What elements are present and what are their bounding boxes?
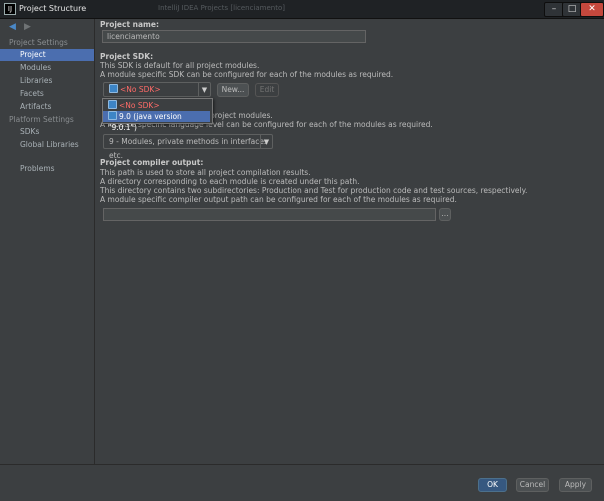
- forward-arrow-icon[interactable]: ▶: [24, 22, 31, 32]
- browse-button[interactable]: ...: [439, 208, 451, 221]
- ok-button[interactable]: OK: [478, 478, 507, 492]
- sdk-icon: [108, 100, 117, 109]
- sidebar-item-artifacts[interactable]: Artifacts: [0, 101, 94, 113]
- chevron-down-icon: ▼: [260, 135, 272, 148]
- language-level-value: 9 - Modules, private methods in interfac…: [109, 137, 268, 160]
- maximize-button[interactable]: □: [562, 2, 582, 17]
- dropdown-item-no-sdk[interactable]: <No SDK>: [103, 100, 210, 111]
- folder-icon: [108, 111, 117, 120]
- compiler-description-3: This directory contains two subdirectori…: [100, 186, 528, 195]
- sidebar-item-problems[interactable]: Problems: [0, 163, 94, 175]
- compiler-description-1: This path is used to store all project c…: [100, 168, 311, 177]
- sidebar-item-global-libraries[interactable]: Global Libraries: [0, 139, 94, 151]
- sdk-icon: [109, 84, 118, 93]
- main-panel: Project name: licenciamento Project SDK:…: [95, 19, 604, 464]
- minimize-button[interactable]: –: [544, 2, 564, 17]
- platform-settings-header: Platform Settings: [9, 115, 74, 124]
- sdk-description-1: This SDK is default for all project modu…: [100, 61, 260, 70]
- compiler-output-label: Project compiler output:: [100, 158, 204, 167]
- sidebar-item-libraries[interactable]: Libraries: [0, 75, 94, 87]
- chevron-down-icon: ▼: [198, 83, 210, 96]
- dropdown-item-java-9[interactable]: 9.0 (java version "9.0.1"): [103, 111, 210, 132]
- dialog-footer: OK Cancel Apply: [0, 464, 604, 501]
- background-window-title: IntelliJ IDEA Projects [licenciamento]: [158, 4, 286, 12]
- sidebar: ◀ ▶ Project Settings Project Modules Lib…: [0, 19, 95, 464]
- compiler-output-input[interactable]: [103, 208, 436, 221]
- dropdown-item-label: <No SDK>: [119, 101, 160, 110]
- sidebar-item-project[interactable]: Project: [0, 49, 94, 61]
- sidebar-item-facets[interactable]: Facets: [0, 88, 94, 100]
- language-level-combo[interactable]: 9 - Modules, private methods in interfac…: [103, 134, 273, 160]
- app-icon: IJ: [4, 3, 16, 15]
- compiler-description-4: A module specific compiler output path c…: [100, 195, 457, 204]
- close-icon: ✕: [588, 4, 596, 14]
- sdk-combo[interactable]: <No SDK> ▼: [103, 82, 211, 97]
- sidebar-item-modules[interactable]: Modules: [0, 62, 94, 74]
- window-title: Project Structure: [19, 4, 87, 13]
- project-name-label: Project name:: [100, 20, 159, 29]
- minimize-icon: –: [551, 4, 557, 14]
- apply-button[interactable]: Apply: [559, 478, 592, 492]
- project-name-input[interactable]: licenciamento: [102, 30, 366, 43]
- edit-sdk-button[interactable]: Edit: [255, 83, 279, 97]
- language-level-description-1: project modules.: [210, 111, 273, 120]
- cancel-button[interactable]: Cancel: [516, 478, 549, 492]
- maximize-icon: □: [567, 4, 577, 14]
- sdk-combo-value: <No SDK>: [120, 85, 161, 94]
- close-button[interactable]: ✕: [580, 2, 604, 17]
- sdk-description-2: A module specific SDK can be configured …: [100, 70, 394, 79]
- project-sdk-label: Project SDK:: [100, 52, 154, 61]
- sdk-dropdown-list: <No SDK> 9.0 (java version "9.0.1"): [102, 98, 213, 132]
- project-settings-header: Project Settings: [9, 38, 68, 47]
- sidebar-item-sdks[interactable]: SDKs: [0, 126, 94, 138]
- new-sdk-button[interactable]: New...: [217, 83, 249, 97]
- title-bar: IJ Project Structure IntelliJ IDEA Proje…: [0, 0, 604, 19]
- compiler-description-2: A directory corresponding to each module…: [100, 177, 360, 186]
- back-arrow-icon[interactable]: ◀: [9, 22, 16, 32]
